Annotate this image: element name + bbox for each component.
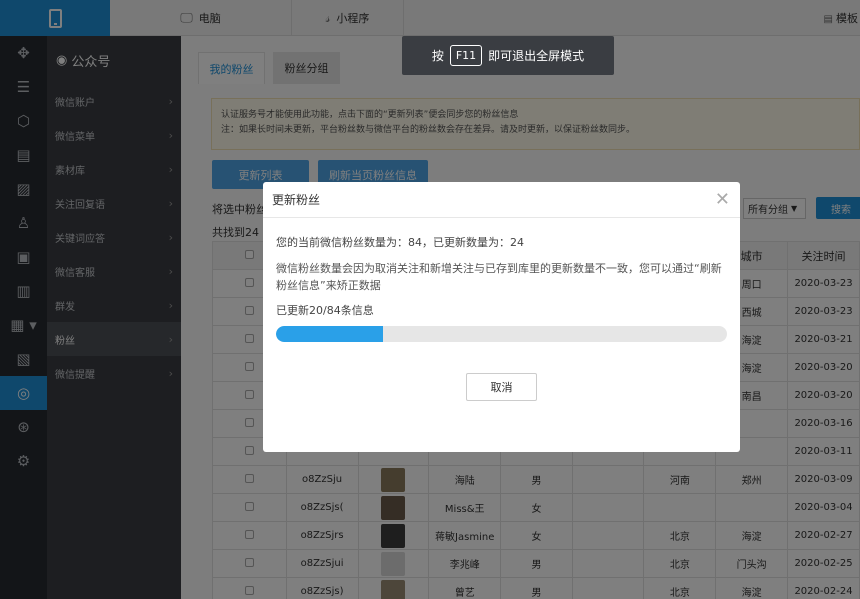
progress-fill <box>276 326 384 342</box>
f11-key: F11 <box>449 45 483 66</box>
close-icon[interactable]: ✕ <box>715 190 730 209</box>
hint-text: 按 <box>431 49 444 63</box>
progress-text: 已更新20/84条信息 <box>276 304 374 317</box>
cancel-button[interactable]: 取消 <box>466 373 537 401</box>
dialog-body: 您的当前微信粉丝数量为：84，已更新数量为：24 微信粉丝数量会因为取消关注和新… <box>263 234 740 342</box>
warning-text: 微信粉丝数量会因为取消关注和新增关注与已存到库里的更新数量不一致，您可以通过“刷… <box>276 262 722 292</box>
dialog-title: 更新粉丝 <box>272 193 321 207</box>
fullscreen-hint: 按 F11 即可退出全屏模式 <box>402 36 614 75</box>
dialog-header: 更新粉丝 ✕ <box>263 182 740 218</box>
progress-bar <box>276 326 727 342</box>
hint-text: 即可退出全屏模式 <box>488 49 585 63</box>
update-fans-dialog: 更新粉丝 ✕ 您的当前微信粉丝数量为：84，已更新数量为：24 微信粉丝数量会因… <box>263 182 740 452</box>
fan-count-text: 您的当前微信粉丝数量为：84，已更新数量为：24 <box>276 236 524 249</box>
